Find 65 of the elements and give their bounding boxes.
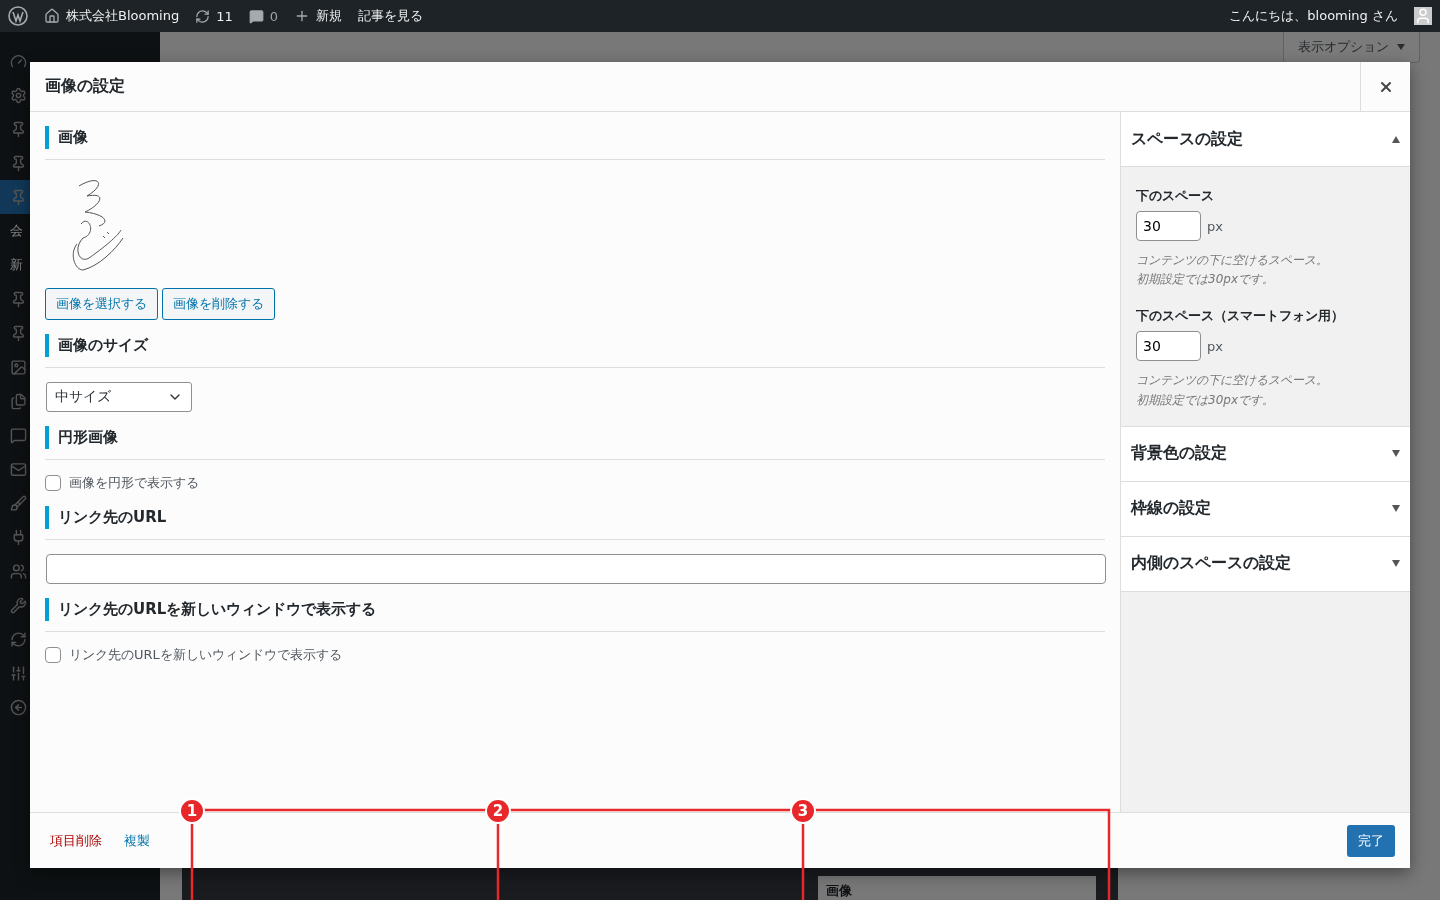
size-select[interactable]: 中サイズ	[46, 382, 192, 412]
unit-text: px	[1207, 338, 1223, 354]
menu-icon[interactable]	[10, 426, 27, 444]
refresh-icon	[195, 8, 211, 24]
menu-icon[interactable]	[10, 392, 27, 410]
wordpress-logo-icon[interactable]	[8, 6, 28, 26]
menu-icon[interactable]	[10, 562, 27, 580]
menu-icon[interactable]	[10, 290, 27, 308]
updates-link[interactable]: 11	[195, 8, 233, 24]
menu-icon[interactable]	[10, 154, 27, 172]
menu-icon[interactable]	[10, 188, 27, 206]
help-text: コンテンツの下に空けるスペース。 初期設定では30pxです。	[1136, 252, 1329, 289]
section-heading: 円形画像	[45, 426, 1105, 449]
number-input-field[interactable]: 30	[1136, 211, 1201, 241]
done-button[interactable]: 完了	[1347, 824, 1395, 857]
menu-icon[interactable]	[10, 460, 27, 478]
checkbox-label: 画像を円形で表示する	[69, 474, 199, 492]
panel-header[interactable]: 背景色の設定	[1121, 426, 1410, 482]
view-post-link[interactable]: 記事を見る	[358, 7, 424, 25]
number-input-field[interactable]: 30	[1136, 331, 1201, 362]
new-link[interactable]: 新規	[294, 7, 343, 25]
remove-image-button[interactable]: 画像を削除する	[162, 288, 275, 320]
panel-header[interactable]: スペースの設定	[1121, 112, 1410, 167]
delete-link[interactable]: 項目削除	[50, 831, 102, 850]
menu-item[interactable]: 新	[10, 256, 23, 274]
section-heading: リンク先のURL	[45, 506, 1105, 529]
field-label: 下のスペース	[1136, 187, 1215, 205]
menu-icon[interactable]	[10, 494, 27, 512]
url-input-field[interactable]	[46, 554, 1106, 584]
site-name-link[interactable]: 株式会社Blooming	[44, 7, 180, 25]
home-icon	[44, 8, 60, 24]
comments-link[interactable]: 0	[248, 8, 279, 24]
menu-icon[interactable]	[10, 86, 27, 104]
checkbox-label: リンク先のURLを新しいウィンドウで表示する	[69, 646, 342, 664]
greeting-text[interactable]: こんにちは、blooming さん	[1229, 7, 1398, 25]
caret-down-icon	[1397, 44, 1405, 50]
select-image-button[interactable]: 画像を選択する	[45, 288, 158, 320]
section-heading: 画像のサイズ	[45, 334, 1105, 357]
menu-icon[interactable]	[10, 358, 27, 376]
comment-icon	[248, 8, 264, 24]
menu-icon[interactable]	[10, 120, 27, 138]
field-label: 下のスペース（スマートフォン用）	[1136, 307, 1345, 326]
modal-title: 画像の設定	[44, 76, 126, 97]
unit-text: px	[1207, 218, 1223, 234]
avatar-icon[interactable]	[1414, 7, 1432, 25]
panel-header[interactable]: 内側のスペースの設定	[1121, 536, 1410, 592]
collapse-arrow-icon	[1392, 135, 1400, 143]
menu-icon[interactable]	[10, 596, 27, 614]
menu-item[interactable]: 会	[10, 222, 23, 240]
checkbox[interactable]	[45, 647, 61, 663]
section-heading: リンク先のURLを新しいウィンドウで表示する	[45, 598, 1105, 621]
menu-icon[interactable]	[10, 664, 27, 682]
expand-arrow-icon	[1392, 505, 1400, 513]
duplicate-link[interactable]: 複製	[124, 831, 150, 850]
section-heading: 画像	[45, 126, 1105, 149]
menu-icon[interactable]	[10, 698, 27, 716]
expand-arrow-icon	[1392, 450, 1400, 458]
block-label: 画像	[818, 876, 1096, 900]
menu-icon[interactable]	[10, 324, 27, 342]
menu-icon[interactable]	[10, 52, 27, 70]
menu-icon[interactable]	[10, 630, 27, 648]
panel-header[interactable]: 枠線の設定	[1121, 481, 1410, 537]
expand-arrow-icon	[1392, 560, 1400, 568]
checkbox[interactable]	[45, 475, 61, 491]
help-text: コンテンツの下に空けるスペース。 初期設定では30pxです。	[1136, 372, 1329, 409]
